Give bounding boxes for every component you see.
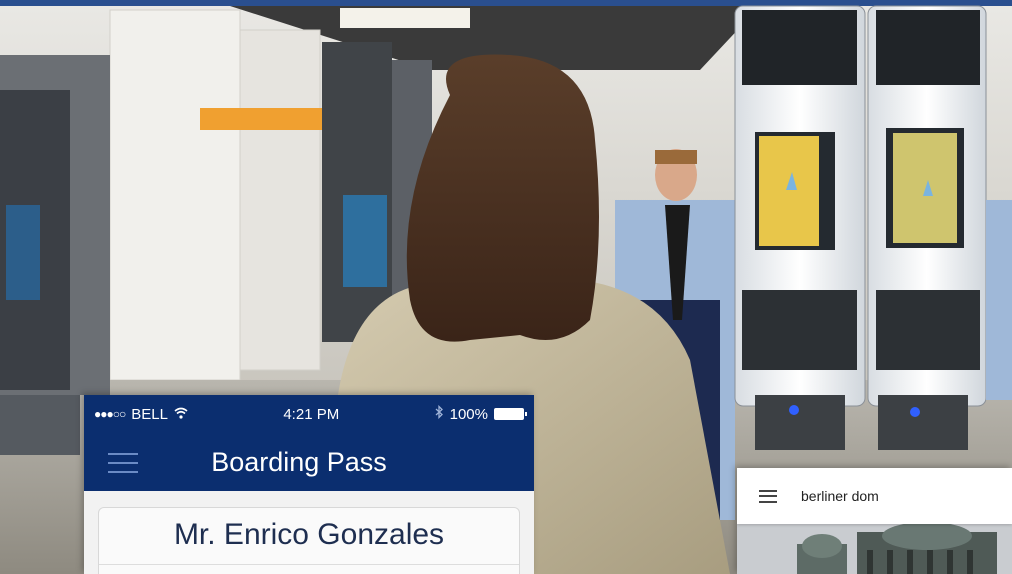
search-bar bbox=[737, 468, 1012, 524]
signal-strength-icon: ●●●○○ bbox=[94, 407, 126, 421]
bluetooth-icon bbox=[435, 404, 444, 423]
boarding-pass-card: Mr. Enrico Gonzales bbox=[98, 507, 520, 574]
passenger-name: Mr. Enrico Gonzales bbox=[173, 518, 445, 551]
carrier-label: BELL bbox=[131, 405, 168, 423]
battery-percent: 100% bbox=[449, 405, 488, 423]
status-bar: ●●●○○ BELL 4:21 PM 100% bbox=[84, 395, 534, 433]
page-title: Boarding Pass bbox=[211, 446, 387, 477]
search-input[interactable] bbox=[799, 487, 983, 505]
menu-hamburger-icon[interactable] bbox=[108, 453, 138, 473]
app-header: Boarding Pass bbox=[84, 433, 534, 491]
card-divider bbox=[99, 564, 519, 565]
status-time: 4:21 PM bbox=[283, 405, 340, 423]
boarding-pass-phone-screen: ●●●○○ BELL 4:21 PM 100% Boarding Pass Mr… bbox=[84, 395, 534, 574]
wifi-icon bbox=[174, 406, 188, 423]
status-left: ●●●○○ BELL bbox=[94, 406, 188, 423]
maps-search-screen bbox=[737, 468, 1012, 574]
menu-icon[interactable] bbox=[759, 489, 777, 503]
status-right: 100% bbox=[435, 404, 527, 423]
battery-icon bbox=[493, 408, 527, 420]
berliner-dom-photo bbox=[737, 524, 1012, 574]
